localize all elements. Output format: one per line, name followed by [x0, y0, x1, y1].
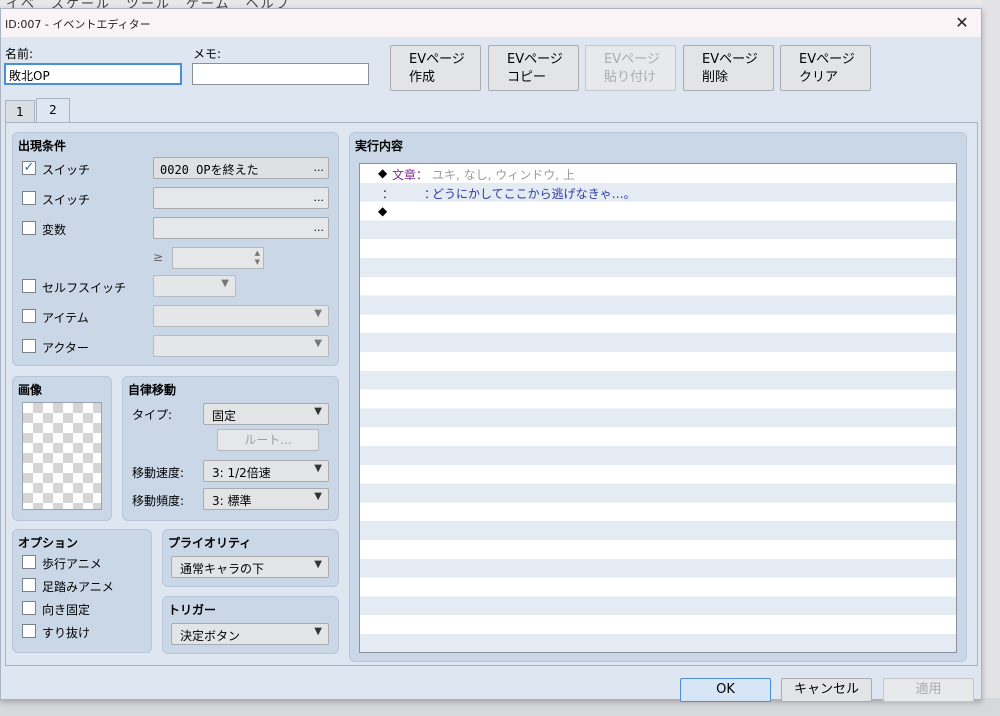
event-command-list[interactable]: ◆ 文章： ユキ, なし, ウィンドウ, 上 ： ： どうにかしてここから逃げな… [359, 163, 957, 653]
variable-checkbox[interactable] [22, 221, 36, 235]
actor-label: アクター [42, 341, 89, 355]
ok-button[interactable]: OK [680, 678, 771, 702]
variable-value-spinner[interactable]: ▲ ▼ [172, 247, 264, 269]
image-panel: 画像 [12, 376, 112, 521]
autonomous-title: 自律移動 [128, 383, 177, 397]
stepping-anim-label: 足踏みアニメ [42, 580, 114, 594]
variable-label: 変数 [42, 223, 67, 237]
switch2-checkbox[interactable] [22, 191, 36, 205]
ev-page-create-button[interactable]: EVページ 作成 [390, 45, 481, 91]
self-switch-checkbox[interactable] [22, 279, 36, 293]
speed-select[interactable]: 3: 1/2倍速 ▼ [203, 460, 329, 482]
spin-down-icon[interactable]: ▼ [255, 258, 260, 266]
chevron-down-icon: ▼ [221, 278, 229, 289]
switch2-browse-icon: ... [313, 191, 325, 204]
stepping-anim-checkbox[interactable] [22, 578, 36, 592]
through-label: すり抜け [42, 626, 91, 640]
route-button[interactable]: ルート... [217, 429, 319, 451]
walking-anim-checkbox[interactable] [22, 555, 36, 569]
walking-anim-label: 歩行アニメ [42, 557, 102, 571]
switch2-label: スイッチ [42, 193, 91, 207]
tab-page-2[interactable]: 2 [36, 98, 70, 123]
list-item[interactable]: ◆ [360, 202, 956, 221]
speed-label: 移動速度: [132, 466, 185, 480]
chevron-down-icon: ▼ [314, 308, 322, 319]
ev-page-delete-button[interactable]: EVページ 削除 [683, 45, 774, 91]
through-checkbox[interactable] [22, 624, 36, 638]
window-title: ID:007 - イベントエディター [5, 18, 151, 31]
switch1-value: 0020 OPを終えた [160, 163, 259, 177]
switch2-field[interactable]: ... [153, 187, 329, 209]
self-switch-label: セルフスイッチ [42, 281, 127, 295]
priority-panel: プライオリティ 通常キャラの下 ▼ [162, 529, 339, 587]
frequency-select[interactable]: 3: 標準 ▼ [203, 488, 329, 510]
ev-page-copy-button[interactable]: EVページ コピー [488, 45, 579, 91]
ev-page-clear-button[interactable]: EVページ クリア [780, 45, 871, 91]
continuation-colon: ： [382, 187, 395, 201]
conditions-title: 出現条件 [18, 139, 67, 153]
command-name: 文章： [392, 168, 429, 182]
autonomous-movement-panel: 自律移動 タイプ: 固定 ▼ ルート... 移動速度: 3: 1/2倍速 ▼ 移… [122, 376, 339, 521]
memo-input[interactable] [192, 63, 369, 85]
cancel-button[interactable]: キャンセル [781, 678, 872, 702]
switch1-label: スイッチ [42, 163, 91, 177]
list-item[interactable]: ◆ 文章： ユキ, なし, ウィンドウ, 上 [360, 164, 956, 183]
name-label: 名前: [5, 47, 34, 61]
trigger-select[interactable]: 決定ボタン ▼ [171, 623, 329, 645]
event-editor-window: ID:007 - イベントエディター ✕ 名前: 敗北OP メモ: EVページ作… [0, 8, 982, 702]
switch1-browse-icon: ... [313, 161, 325, 174]
checkmark-icon: ✓ [23, 160, 35, 175]
image-title: 画像 [18, 383, 43, 397]
actor-select[interactable]: ▼ [153, 335, 329, 357]
chevron-down-icon: ▼ [314, 406, 322, 417]
item-checkbox[interactable] [22, 309, 36, 323]
chevron-down-icon: ▼ [314, 463, 322, 474]
options-title: オプション [18, 536, 79, 550]
close-icon[interactable]: ✕ [951, 12, 973, 34]
ev-page-paste-button[interactable]: EVページ 貼り付け [585, 45, 676, 91]
variable-browse-icon: ... [313, 221, 325, 234]
conditions-panel: 出現条件 ✓ スイッチ 0020 OPを終えた ... スイッチ ... 変数 … [12, 132, 339, 366]
frequency-label: 移動頻度: [132, 494, 185, 508]
switch1-checkbox[interactable]: ✓ [22, 161, 36, 175]
diamond-icon: ◆ [378, 166, 388, 180]
switch1-field[interactable]: 0020 OPを終えた ... [153, 157, 329, 179]
direction-fix-label: 向き固定 [42, 603, 91, 617]
memo-label: メモ: [193, 47, 222, 61]
trigger-title: トリガー [168, 603, 217, 617]
spin-up-icon[interactable]: ▲ [255, 249, 260, 257]
chevron-down-icon: ▼ [314, 491, 322, 502]
message-text: どうにかしてここから逃げなきゃ…。 [432, 187, 636, 201]
chevron-down-icon: ▼ [314, 338, 322, 349]
title-bar: ID:007 - イベントエディター ✕ [1, 9, 981, 37]
chevron-down-icon: ▼ [314, 626, 322, 637]
diamond-icon: ◆ [378, 204, 388, 218]
options-panel: オプション 歩行アニメ 足踏みアニメ 向き固定 すり抜け [12, 529, 152, 653]
direction-fix-checkbox[interactable] [22, 601, 36, 615]
background-app-area [982, 0, 1000, 716]
name-input[interactable]: 敗北OP [4, 63, 182, 85]
type-select[interactable]: 固定 ▼ [203, 403, 329, 425]
apply-button[interactable]: 適用 [883, 678, 974, 702]
tab-page-1[interactable]: 1 [5, 100, 35, 122]
contents-title: 実行内容 [355, 139, 404, 153]
priority-select[interactable]: 通常キャラの下 ▼ [171, 556, 329, 578]
actor-checkbox[interactable] [22, 339, 36, 353]
command-args: ユキ, なし, ウィンドウ, 上 [432, 168, 575, 182]
item-select[interactable]: ▼ [153, 305, 329, 327]
item-label: アイテム [42, 311, 89, 325]
gte-symbol: ≥ [153, 250, 164, 264]
chevron-down-icon: ▼ [314, 559, 322, 570]
type-label: タイプ: [132, 408, 173, 422]
priority-title: プライオリティ [168, 536, 252, 550]
trigger-panel: トリガー 決定ボタン ▼ [162, 596, 339, 654]
self-switch-select[interactable]: ▼ [153, 275, 236, 297]
variable-field[interactable]: ... [153, 217, 329, 239]
character-image-preview[interactable] [22, 402, 102, 510]
list-item[interactable]: ： ： どうにかしてここから逃げなきゃ…。 [360, 183, 956, 202]
